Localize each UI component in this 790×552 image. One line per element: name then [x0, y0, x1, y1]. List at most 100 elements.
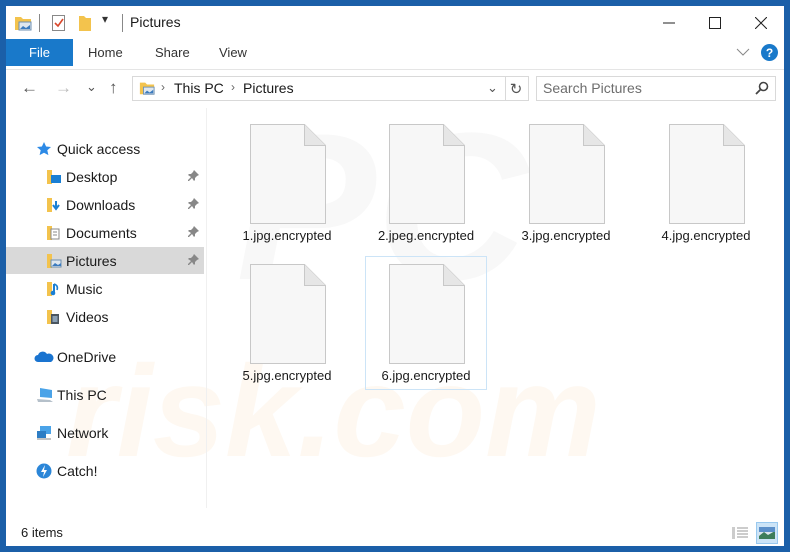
item-count: 6 items	[21, 525, 63, 540]
sidebar-label: Quick access	[57, 140, 141, 157]
sidebar-item-documents[interactable]: Documents	[6, 219, 204, 246]
search-box[interactable]	[536, 76, 776, 101]
breadcrumb-separator: ›	[161, 80, 165, 94]
recent-locations-button[interactable]: ⌄	[86, 79, 97, 95]
minimize-button[interactable]	[646, 6, 692, 39]
file-name: 5.jpg.encrypted	[242, 368, 332, 383]
pictures-folder-icon	[46, 253, 62, 269]
sidebar-item-music[interactable]: Music	[6, 275, 204, 302]
address-bar[interactable]: › This PC › Pictures ⌄	[132, 76, 506, 101]
details-view-button[interactable]	[729, 522, 751, 544]
address-dropdown-button[interactable]: ⌄	[487, 80, 498, 96]
videos-folder-icon	[46, 309, 62, 325]
title-separator	[122, 14, 123, 32]
sidebar-item-videos[interactable]: Videos	[6, 303, 204, 330]
sidebar-item-pictures[interactable]: Pictures	[6, 247, 204, 274]
minimize-icon	[663, 22, 675, 23]
sidebar-item-downloads[interactable]: Downloads	[6, 191, 204, 218]
file-item[interactable]: 5.jpg.encrypted	[226, 258, 348, 392]
file-item[interactable]: 2.jpeg.encrypted	[365, 118, 487, 252]
maximize-icon	[709, 16, 721, 29]
refresh-button[interactable]: ↻	[504, 76, 529, 101]
navigation-bar: ← → ⌄ ↑ › This PC › Pictures ⌄ ↻	[6, 70, 784, 108]
large-icons-view-button[interactable]	[756, 522, 778, 544]
sidebar-label: Documents	[66, 224, 137, 241]
network-icon	[36, 425, 52, 441]
file-name: 6.jpg.encrypted	[381, 368, 471, 383]
pin-icon[interactable]	[188, 169, 199, 184]
pin-icon[interactable]	[188, 225, 199, 240]
pictures-folder-icon	[14, 14, 32, 37]
close-icon	[755, 16, 767, 29]
details-view-icon	[732, 527, 748, 539]
properties-icon[interactable]	[51, 14, 67, 37]
desktop-folder-icon	[46, 169, 62, 185]
title-bar: ▾ Pictures	[6, 6, 784, 39]
file-tab[interactable]: File	[6, 39, 73, 66]
documents-folder-icon	[46, 225, 62, 241]
qat-separator	[39, 14, 40, 32]
file-name: 3.jpg.encrypted	[521, 228, 611, 243]
sidebar-label: Music	[66, 280, 103, 297]
pane-divider[interactable]	[206, 108, 207, 508]
close-button[interactable]	[738, 6, 784, 39]
sidebar-item-this-pc[interactable]: This PC	[6, 381, 204, 408]
expand-ribbon-button[interactable]	[736, 45, 750, 63]
sidebar-item-onedrive[interactable]: OneDrive	[6, 343, 204, 370]
sidebar-label: Downloads	[66, 196, 136, 213]
onedrive-icon	[34, 349, 54, 365]
file-item-selected[interactable]: 6.jpg.encrypted	[365, 256, 487, 390]
blank-file-icon	[250, 264, 326, 364]
sidebar-label: OneDrive	[57, 348, 117, 365]
pictures-folder-icon	[139, 80, 155, 101]
music-folder-icon	[46, 281, 62, 297]
tab-share[interactable]: Share	[155, 39, 190, 66]
blank-file-icon	[389, 264, 465, 364]
search-icon[interactable]	[755, 81, 769, 100]
blank-file-icon	[250, 124, 326, 224]
star-icon	[36, 141, 52, 157]
qat-customize-dropdown[interactable]: ▾	[102, 12, 108, 26]
tab-view[interactable]: View	[219, 39, 247, 66]
ribbon: File Home Share View ?	[6, 39, 784, 70]
chevron-down-icon	[736, 48, 750, 56]
back-button[interactable]: ←	[21, 78, 38, 98]
file-name: 4.jpg.encrypted	[661, 228, 751, 243]
maximize-button[interactable]	[692, 6, 738, 39]
sidebar-item-network[interactable]: Network	[6, 419, 204, 446]
breadcrumb-separator: ›	[231, 80, 235, 94]
tab-home[interactable]: Home	[88, 39, 123, 66]
this-pc-icon	[36, 387, 53, 403]
sidebar-label: This PC	[57, 386, 107, 403]
file-item[interactable]: 3.jpg.encrypted	[505, 118, 627, 252]
breadcrumb-pictures[interactable]: Pictures	[243, 80, 294, 96]
new-folder-icon[interactable]	[78, 14, 92, 37]
sidebar-label: Videos	[66, 308, 109, 325]
file-item[interactable]: 1.jpg.encrypted	[226, 118, 348, 252]
file-name: 2.jpeg.encrypted	[377, 228, 475, 243]
search-input[interactable]	[543, 80, 743, 96]
help-button[interactable]: ?	[761, 44, 778, 61]
pin-icon[interactable]	[188, 197, 199, 212]
sidebar-item-quick-access[interactable]: Quick access	[6, 135, 204, 162]
blank-file-icon	[389, 124, 465, 224]
file-list: 1.jpg.encrypted 2.jpeg.encrypted 3.jpg.e…	[226, 118, 784, 518]
navigation-pane: Quick access Desktop Downloads Documents…	[6, 108, 206, 508]
window-title: Pictures	[130, 14, 181, 30]
file-item[interactable]: 4.jpg.encrypted	[645, 118, 767, 252]
sidebar-label: Catch!	[57, 462, 98, 479]
large-icons-view-icon	[759, 527, 775, 539]
downloads-folder-icon	[46, 197, 62, 213]
sidebar-item-catch[interactable]: Catch!	[6, 457, 204, 484]
forward-button[interactable]: →	[55, 78, 72, 98]
up-button[interactable]: ↑	[109, 78, 118, 98]
breadcrumb-this-pc[interactable]: This PC	[174, 80, 224, 96]
sidebar-item-desktop[interactable]: Desktop	[6, 163, 204, 190]
file-name: 1.jpg.encrypted	[242, 228, 332, 243]
catch-icon	[36, 463, 52, 479]
sidebar-label: Pictures	[66, 252, 117, 269]
pin-icon[interactable]	[188, 253, 199, 268]
sidebar-label: Desktop	[66, 168, 118, 185]
explorer-window: PC risk.com ▾ Pictures File Home Share V…	[6, 6, 784, 546]
status-bar: 6 items	[6, 520, 784, 546]
